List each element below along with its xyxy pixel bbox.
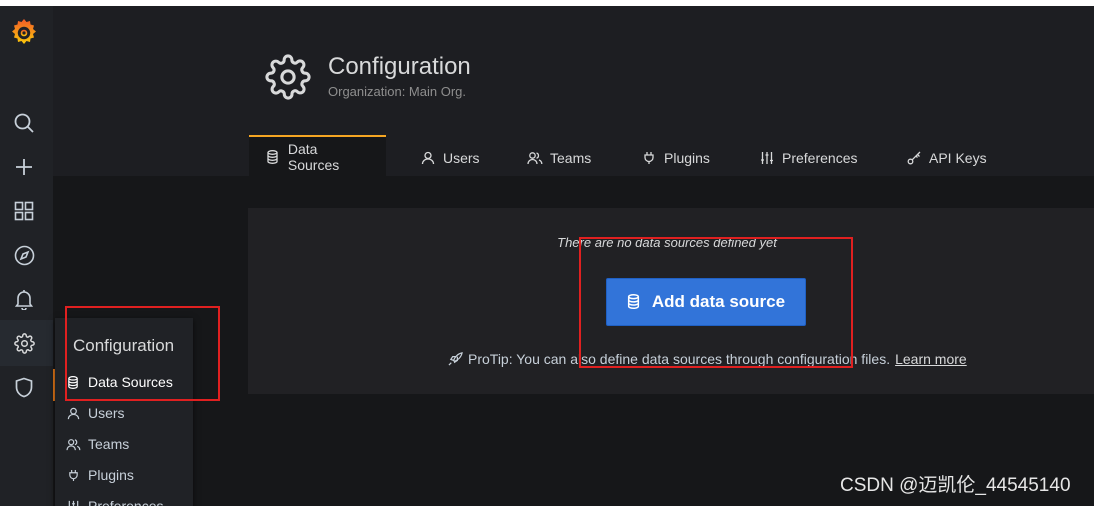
users-icon [527, 150, 543, 166]
plug-icon [641, 150, 657, 166]
annotation-box-flyout [65, 306, 220, 401]
tab-plugins[interactable]: Plugins [641, 139, 710, 176]
database-icon [265, 149, 281, 165]
tab-label: Data Sources [287, 140, 340, 173]
flyout-item-label: Teams [88, 436, 130, 452]
rocket-icon [448, 351, 464, 367]
page-header: Configuration Organization: Main Org. Da… [0, 6, 1094, 176]
tab-label: Users [443, 149, 480, 166]
learn-more-link[interactable]: Learn more [895, 351, 967, 367]
gear-icon[interactable] [12, 331, 36, 355]
tab-users[interactable]: Users [420, 139, 480, 176]
tab-label: Teams [550, 149, 592, 166]
sidebar [0, 6, 53, 506]
flyout-item-users[interactable]: Users [65, 402, 125, 424]
page-title: Configuration [328, 53, 471, 80]
flyout-item-plugins[interactable]: Plugins [65, 464, 134, 486]
tab-label: Plugins [664, 149, 710, 166]
users-icon [65, 436, 81, 452]
user-icon [420, 150, 436, 166]
key-icon [906, 150, 922, 166]
tab-data-sources[interactable]: Data Sources [249, 135, 386, 176]
watermark: CSDN @迈凯伦_44545140 [840, 475, 1071, 496]
sliders-icon [759, 150, 775, 166]
flyout-item-label: Plugins [88, 467, 134, 483]
tab-label: Preferences [782, 149, 858, 166]
compass-icon[interactable] [12, 243, 36, 267]
grafana-logo[interactable] [9, 16, 39, 50]
page-subtitle: Organization: Main Org. [328, 84, 467, 99]
tab-preferences[interactable]: Preferences [759, 139, 857, 176]
plus-icon[interactable] [12, 155, 36, 179]
tab-api-keys[interactable]: API Keys [906, 139, 987, 176]
user-icon [65, 405, 81, 421]
tab-label: API Keys [929, 149, 987, 166]
sliders-icon [65, 498, 81, 506]
flyout-item-preferences[interactable]: Preferences [65, 495, 163, 506]
shield-icon[interactable] [12, 375, 36, 399]
plug-icon [65, 467, 81, 483]
flyout-item-label: Preferences [88, 498, 164, 506]
flyout-item-teams[interactable]: Teams [65, 433, 129, 455]
search-icon[interactable] [12, 111, 36, 135]
grafana-app: Configuration Organization: Main Org. Da… [0, 6, 1094, 506]
bell-icon[interactable] [12, 287, 36, 311]
gear-icon [265, 54, 311, 100]
tab-teams[interactable]: Teams [527, 139, 591, 176]
flyout-item-label: Users [88, 405, 125, 421]
annotation-box-add-button [579, 237, 853, 368]
dashboards-icon[interactable] [12, 199, 36, 223]
